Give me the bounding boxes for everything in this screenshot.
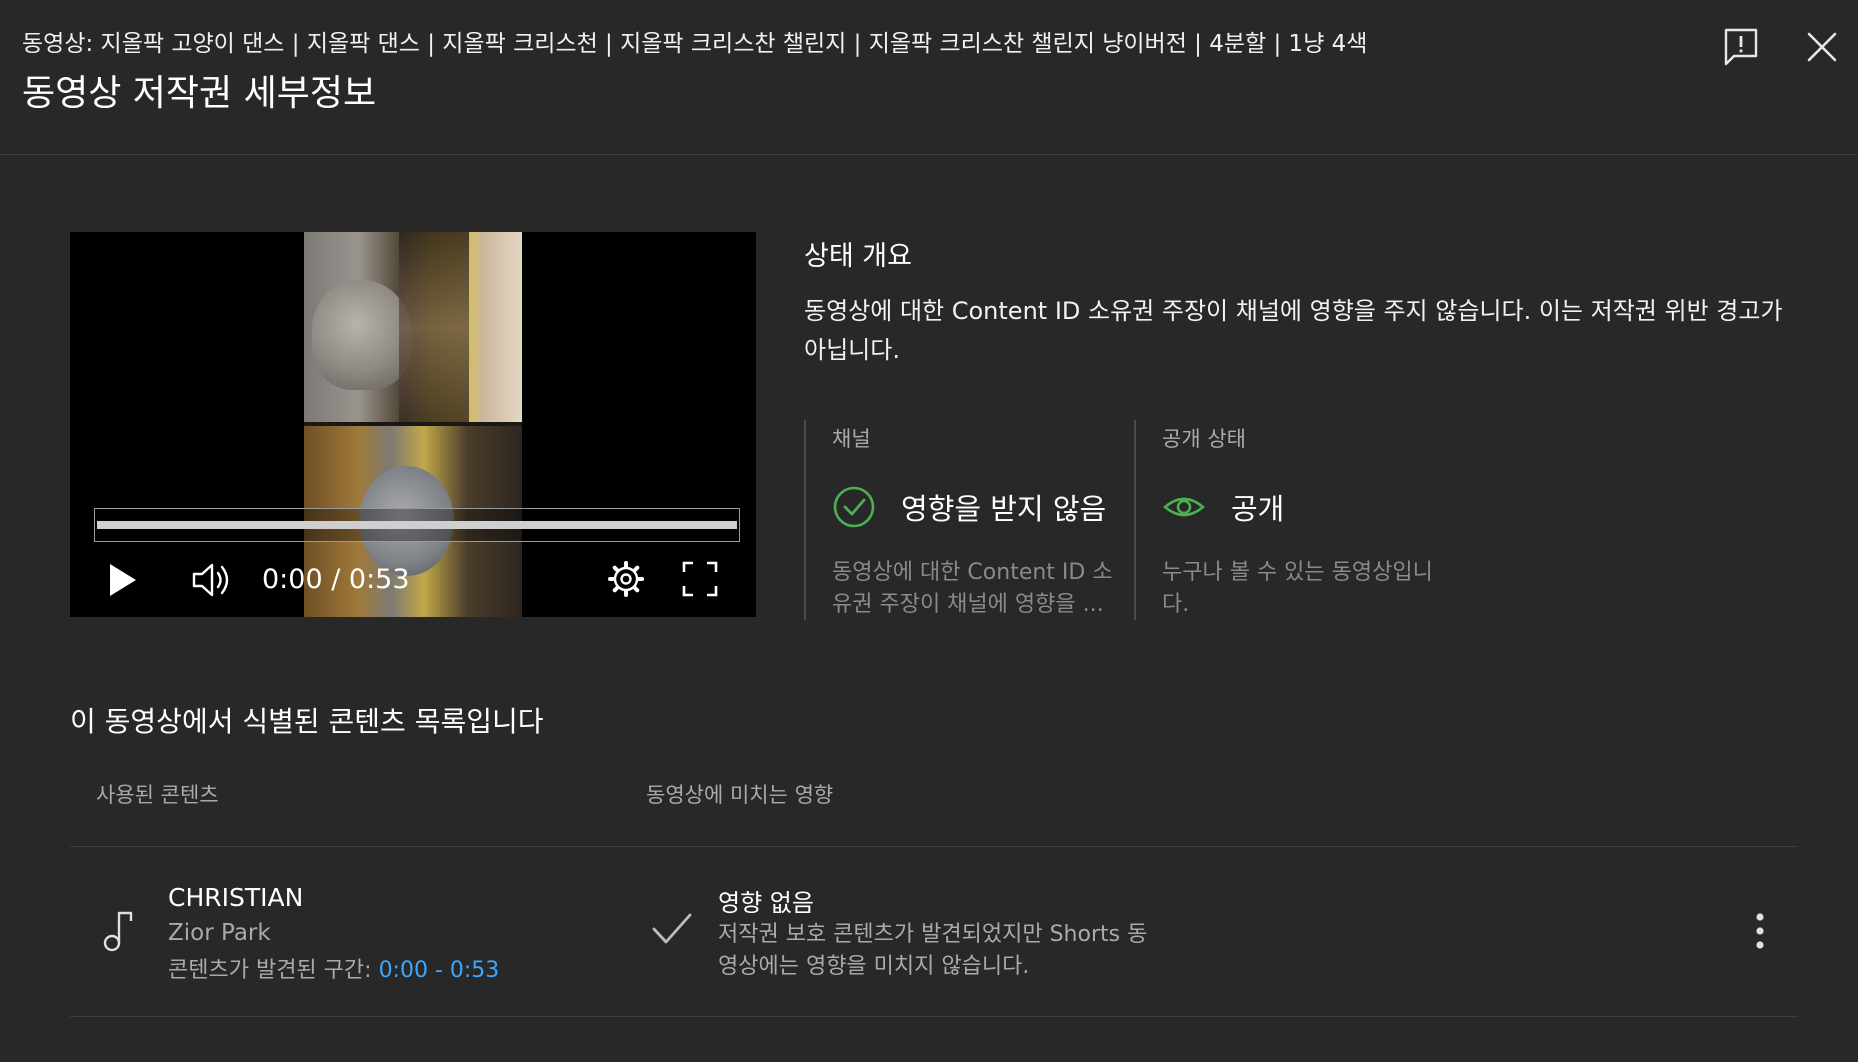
more-vert-icon <box>1756 913 1764 949</box>
content-artist: Zior Park <box>168 920 271 946</box>
content-title: CHRISTIAN <box>168 883 304 912</box>
progress-fill <box>97 521 737 529</box>
fullscreen-button[interactable] <box>680 559 720 599</box>
close-button[interactable] <box>1797 22 1847 72</box>
check-circle-icon <box>833 486 875 528</box>
column-header-used-content: 사용된 콘텐츠 <box>96 783 219 807</box>
thumbnail-tile-top <box>304 232 522 422</box>
divider <box>70 1016 1798 1017</box>
video-thumbnail <box>304 232 522 617</box>
visibility-value: 공개 <box>1231 492 1285 526</box>
volume-icon <box>192 563 229 597</box>
content-list-heading: 이 동영상에서 식별된 콘텐츠 목록입니다 <box>70 705 544 738</box>
settings-button[interactable] <box>606 559 646 599</box>
feedback-button[interactable] <box>1716 22 1766 72</box>
check-icon <box>652 913 692 944</box>
copyright-details-dialog: 동영상: 지올팍 고양이 댄스 | 지올팍 댄스 | 지올팍 크리스천 | 지올… <box>0 0 1858 1062</box>
eye-icon <box>1162 497 1206 517</box>
status-description: 동영상에 대한 Content ID 소유권 주장이 채널에 영향을 주지 않습… <box>804 297 1783 364</box>
cat-image <box>312 280 412 390</box>
dialog-header: 동영상: 지올팍 고양이 댄스 | 지올팍 댄스 | 지올팍 크리스천 | 지올… <box>0 0 1858 155</box>
found-range-label: 콘텐츠가 발견된 구간: <box>168 958 379 983</box>
impact-title: 영향 없음 <box>718 889 814 917</box>
channel-label: 채널 <box>832 427 871 451</box>
content-row: CHRISTIAN Zior Park 콘텐츠가 발견된 구간: 0:00 - … <box>70 847 1798 1016</box>
video-title: 동영상: 지올팍 고양이 댄스 | 지올팍 댄스 | 지올팍 크리스천 | 지올… <box>22 31 1368 57</box>
gear-icon <box>608 561 644 597</box>
visibility-description: 누구나 볼 수 있는 동영상입니다. <box>1162 560 1433 617</box>
column-header-impact: 동영상에 미치는 영향 <box>646 783 834 807</box>
visibility-status: 공개 상태 공개 누구나 볼 수 있는 동영상입니다. <box>1134 420 1464 620</box>
feedback-icon <box>1724 28 1758 66</box>
dancer-image <box>399 232 469 422</box>
more-options-button[interactable] <box>1740 909 1780 953</box>
channel-status: 채널 영향을 받지 않음 동영상에 대한 Content ID 소유권 주장이 … <box>804 420 1134 620</box>
status-heading: 상태 개요 <box>804 241 912 272</box>
time-display: 0:00 / 0:53 <box>262 564 410 595</box>
close-icon <box>1807 32 1837 62</box>
volume-button[interactable] <box>190 559 234 601</box>
play-button[interactable] <box>104 560 140 600</box>
visibility-label: 공개 상태 <box>1162 427 1246 451</box>
video-player[interactable]: 0:00 / 0:53 <box>70 232 756 617</box>
channel-description: 동영상에 대한 Content ID 소유권 주장이 채널에 영향을 ... <box>832 560 1113 617</box>
found-range-link[interactable]: 0:00 - 0:53 <box>379 958 500 983</box>
fullscreen-icon <box>682 561 718 597</box>
found-range: 콘텐츠가 발견된 구간: 0:00 - 0:53 <box>168 952 499 984</box>
play-icon <box>110 564 136 596</box>
music-note-icon <box>103 911 133 952</box>
impact-description: 저작권 보호 콘텐츠가 발견되었지만 Shorts 동영상에는 영향을 미치지 … <box>718 922 1148 979</box>
dialog-title: 동영상 저작권 세부정보 <box>22 73 377 114</box>
progress-bar[interactable] <box>94 508 740 542</box>
channel-value: 영향을 받지 않음 <box>901 492 1107 526</box>
